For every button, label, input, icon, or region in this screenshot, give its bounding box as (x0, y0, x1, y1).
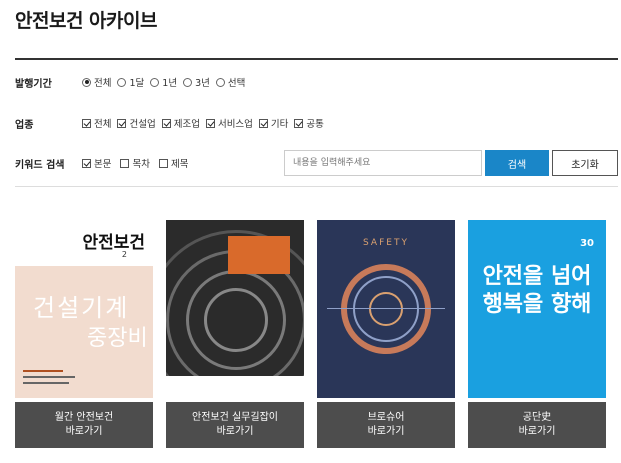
checkbox-icon[interactable] (120, 158, 130, 168)
title-divider (15, 58, 618, 60)
cover-image[interactable]: 안전보건 2 건설기계 중장비 (15, 220, 153, 398)
industry-option-all[interactable]: 전체 (82, 116, 111, 130)
industry-option-service[interactable]: 서비스업 (205, 116, 253, 130)
checkbox-icon[interactable] (117, 118, 127, 128)
checkbox-icon[interactable] (205, 118, 215, 128)
archive-card-practical-guide[interactable]: 안전보건 실무길잡이 바로가기 (166, 220, 304, 448)
period-option-1month[interactable]: 1달 (117, 75, 144, 89)
card-link-button[interactable]: 안전보건 실무길잡이 바로가기 (166, 398, 304, 448)
radio-icon[interactable] (215, 77, 225, 87)
checkbox-icon[interactable] (82, 158, 91, 168)
checkbox-icon[interactable] (294, 118, 304, 128)
industry-option-manufacturing[interactable]: 제조업 (161, 116, 200, 130)
archive-card-brochure[interactable]: SAFETY 브로슈어 바로가기 (317, 220, 455, 448)
checkbox-icon[interactable] (161, 118, 171, 128)
cover-tag (228, 236, 290, 274)
search-button[interactable]: 검색 (485, 150, 549, 176)
keyword-label: 키워드 검색 (15, 159, 65, 171)
industry-option-etc[interactable]: 기타 (258, 116, 288, 130)
period-option-all[interactable]: 전체 (82, 75, 111, 89)
radio-icon[interactable] (82, 77, 91, 87)
cover-subheadline: 행복을 향해 (482, 292, 592, 317)
period-option-3year[interactable]: 3년 (183, 75, 210, 89)
card-link-button[interactable]: 공단史 바로가기 (468, 398, 606, 448)
cover-headline: 건설기계 (33, 294, 130, 322)
archive-card-monthly[interactable]: 안전보건 2 건설기계 중장비 월간 안전보건 바로가기 (15, 220, 153, 448)
radio-icon[interactable] (150, 77, 160, 87)
card-link-button[interactable]: 브로슈어 바로가기 (317, 398, 455, 448)
cover-badge: 30 (580, 238, 594, 249)
cover-subheadline: 중장비 (87, 326, 148, 351)
industry-filter-row: 업종 전체 건설업 제조업 서비스업 기타 공통 (15, 113, 330, 133)
industry-label: 업종 (15, 119, 34, 131)
reset-button[interactable]: 초기화 (552, 150, 618, 176)
page-title: 안전보건 아카이브 (15, 10, 157, 32)
radio-icon[interactable] (117, 77, 127, 87)
filter-divider (15, 186, 618, 187)
keyword-option-title[interactable]: 제목 (158, 156, 188, 170)
cover-headline: SAFETY (363, 238, 409, 248)
checkbox-icon[interactable] (258, 118, 268, 128)
keyword-option-toc[interactable]: 목차 (120, 156, 150, 170)
industry-option-construction[interactable]: 건설업 (117, 116, 156, 130)
checkbox-icon[interactable] (158, 158, 168, 168)
period-option-select[interactable]: 선택 (215, 75, 245, 89)
cover-image[interactable]: 30 안전을 넘어 행복을 향해 (468, 220, 606, 398)
card-link-button[interactable]: 월간 안전보건 바로가기 (15, 398, 153, 448)
checkbox-icon[interactable] (82, 118, 91, 128)
period-filter-row: 발행기간 전체 1달 1년 3년 선택 (15, 72, 251, 92)
cover-image[interactable] (166, 220, 304, 398)
cover-magazine-title: 안전보건 (82, 233, 145, 253)
radio-icon[interactable] (183, 77, 193, 87)
archive-card-history[interactable]: 30 안전을 넘어 행복을 향해 공단史 바로가기 (468, 220, 606, 448)
keyword-filter-row: 키워드 검색 본문 목차 제목 (15, 153, 194, 173)
cover-image[interactable]: SAFETY (317, 220, 455, 398)
cover-issue-number: 2 (121, 250, 127, 259)
industry-option-common[interactable]: 공통 (294, 116, 324, 130)
search-input[interactable] (284, 150, 482, 176)
period-option-1year[interactable]: 1년 (150, 75, 177, 89)
keyword-option-body[interactable]: 본문 (82, 156, 111, 170)
period-label: 발행기간 (15, 78, 52, 90)
